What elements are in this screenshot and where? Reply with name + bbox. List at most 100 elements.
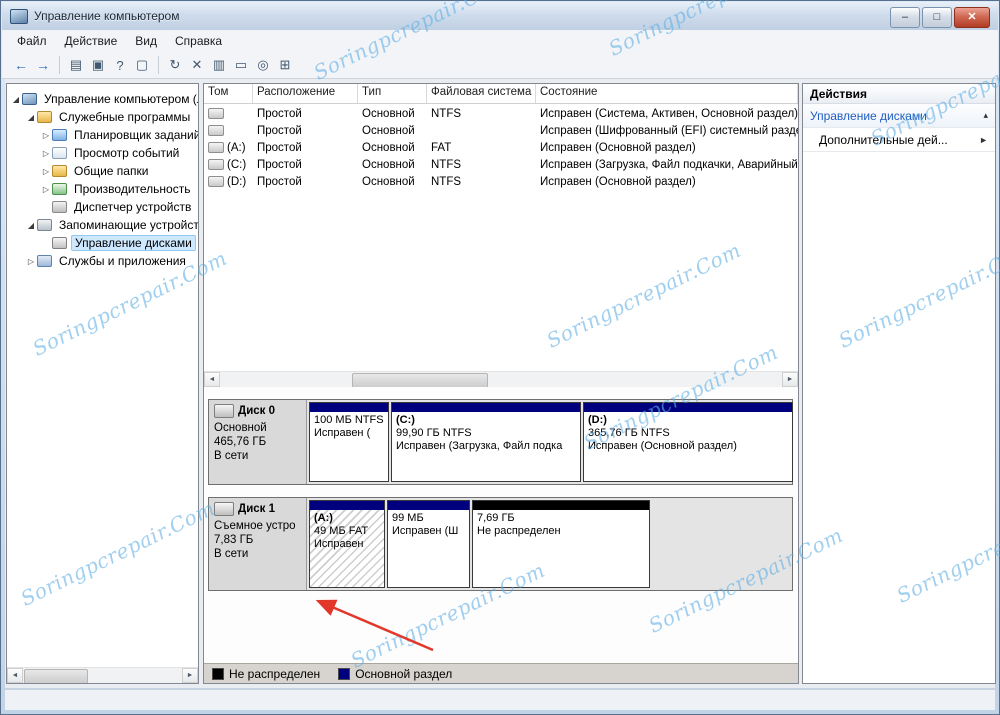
- partition-a[interactable]: (A:) 49 МБ FAT Исправен: [309, 500, 385, 588]
- menu-action[interactable]: Действие: [56, 31, 127, 51]
- column-status[interactable]: Состояние: [536, 84, 798, 103]
- partition-size: 365,76 ГБ NTFS: [588, 427, 788, 440]
- partition-c[interactable]: (C:) 99,90 ГБ NTFS Исправен (Загрузка, Ф…: [391, 402, 581, 482]
- volume-layout: Простой: [253, 159, 358, 171]
- close-button[interactable]: ✕: [954, 7, 990, 28]
- grid-icon[interactable]: ⊞: [274, 55, 296, 75]
- volume-icon: [208, 176, 224, 187]
- partition-title: (C:): [396, 414, 576, 427]
- tree-item-services-apps[interactable]: ▷ Службы и приложения: [7, 252, 198, 270]
- volume-row[interactable]: Простой Основной NTFS Исправен (Система,…: [204, 105, 798, 122]
- expander-collapsed-icon[interactable]: ▷: [40, 185, 52, 194]
- column-filesystem[interactable]: Файловая система: [427, 84, 536, 103]
- legend-swatch-primary: [338, 668, 350, 680]
- disk-type: Съемное устро: [214, 519, 301, 533]
- partition-efi[interactable]: 99 МБ Исправен (Ш: [387, 500, 470, 588]
- tree-item-device-manager[interactable]: Диспетчер устройств: [7, 198, 198, 216]
- tree-item-performance[interactable]: ▷ Производительность: [7, 180, 198, 198]
- tree-item-label: Просмотр событий: [71, 145, 182, 161]
- menu-file[interactable]: Файл: [8, 31, 56, 51]
- volume-type: Основной: [358, 125, 427, 137]
- volume-row[interactable]: (C:) Простой Основной NTFS Исправен (Заг…: [204, 156, 798, 173]
- tree-item-event-viewer[interactable]: ▷ Просмотр событий: [7, 144, 198, 162]
- refresh-icon[interactable]: ↻: [164, 55, 186, 75]
- volumes-table-header: Том Расположение Тип Файловая система Со…: [204, 84, 798, 104]
- volume-row[interactable]: (D:) Простой Основной NTFS Исправен (Осн…: [204, 173, 798, 190]
- expander-expanded-icon[interactable]: ◢: [10, 95, 22, 104]
- partition-status: Исправен (Ш: [392, 525, 465, 538]
- maximize-button[interactable]: □: [922, 7, 952, 28]
- expander-collapsed-icon[interactable]: ▷: [40, 149, 52, 158]
- forward-icon[interactable]: →: [32, 55, 54, 75]
- scroll-left-icon[interactable]: ◄: [7, 668, 23, 683]
- disk-0-row: Диск 0 Основной 465,76 ГБ В сети 100 МБ …: [208, 399, 793, 485]
- volume-row[interactable]: (A:) Простой Основной FAT Исправен (Осно…: [204, 139, 798, 156]
- maximize-icon: □: [934, 12, 941, 23]
- tree-item-shared-folders[interactable]: ▷ Общие папки: [7, 162, 198, 180]
- disk-management-icon: [52, 237, 67, 249]
- chevron-up-icon[interactable]: ▴: [983, 110, 988, 121]
- console-window2-icon[interactable]: ▢: [131, 55, 153, 75]
- partition-status: Исправен (Основной раздел): [588, 440, 788, 453]
- help-icon[interactable]: ?: [109, 55, 131, 75]
- properties-icon[interactable]: ▥: [208, 55, 230, 75]
- tree-item-system-tools[interactable]: ◢ Служебные программы: [7, 108, 198, 126]
- tree-item-task-scheduler[interactable]: ▷ Планировщик заданий: [7, 126, 198, 144]
- volume-status: Исправен (Основной раздел): [536, 176, 798, 188]
- open-icon[interactable]: ▭: [230, 55, 252, 75]
- back-icon[interactable]: ←: [10, 55, 32, 75]
- toolbar-separator: [59, 56, 60, 74]
- delete-icon[interactable]: ✕: [186, 55, 208, 75]
- scroll-right-icon[interactable]: ►: [182, 668, 198, 683]
- volume-type: Основной: [358, 159, 427, 171]
- scrollbar-thumb[interactable]: [352, 373, 488, 388]
- tree-horizontal-scrollbar[interactable]: ◄ ►: [7, 667, 198, 683]
- disk-type: Основной: [214, 421, 301, 435]
- volume-status: Исправен (Основной раздел): [536, 142, 798, 154]
- action-disk-management[interactable]: Управление дисками ▴: [803, 104, 995, 128]
- tree-item-label: Общие папки: [71, 163, 151, 179]
- partition-system-reserved[interactable]: 100 МБ NTFS Исправен (: [309, 402, 389, 482]
- tree-item-storage[interactable]: ◢ Запоминающие устройст: [7, 216, 198, 234]
- tree-item-computer-management[interactable]: ◢ Управление компьютером (л: [7, 90, 198, 108]
- menubar: Файл Действие Вид Справка: [2, 30, 998, 52]
- legend: Не распределен Основной раздел: [204, 663, 798, 683]
- expander-collapsed-icon[interactable]: ▷: [40, 131, 52, 140]
- menu-help[interactable]: Справка: [166, 31, 231, 51]
- storage-icon: [37, 219, 52, 231]
- expander-expanded-icon[interactable]: ◢: [25, 221, 37, 230]
- minimize-button[interactable]: –: [890, 7, 920, 28]
- console-window-icon[interactable]: ▣: [87, 55, 109, 75]
- column-volume[interactable]: Том: [204, 84, 253, 103]
- action-more-actions[interactable]: Дополнительные дей... ►: [803, 128, 995, 152]
- window-icon: [10, 9, 28, 24]
- partition-status: Исправен (Загрузка, Файл подка: [396, 440, 576, 453]
- disk-1-partitions: (A:) 49 МБ FAT Исправен 99 МБ: [307, 498, 792, 590]
- scroll-right-icon[interactable]: ►: [782, 372, 798, 387]
- volume-icon: [208, 142, 224, 153]
- volumes-horizontal-scrollbar[interactable]: ◄ ►: [204, 371, 798, 387]
- volume-row[interactable]: Простой Основной Исправен (Шифрованный (…: [204, 122, 798, 139]
- expander-expanded-icon[interactable]: ◢: [25, 113, 37, 122]
- tree-item-label: Запоминающие устройст: [56, 217, 198, 233]
- partition-color-band: [473, 501, 649, 510]
- show-console-tree-icon[interactable]: ▤: [65, 55, 87, 75]
- menu-view[interactable]: Вид: [126, 31, 166, 51]
- disk-1-info[interactable]: Диск 1 Съемное устро 7,83 ГБ В сети: [209, 498, 307, 590]
- expander-collapsed-icon[interactable]: ▷: [25, 257, 37, 266]
- disk-1-row: Диск 1 Съемное устро 7,83 ГБ В сети (A:)…: [208, 497, 793, 591]
- column-layout[interactable]: Расположение: [253, 84, 358, 103]
- disk-0-partitions: 100 МБ NTFS Исправен ( (C:) 99,90 ГБ NTF…: [307, 400, 792, 484]
- column-type[interactable]: Тип: [358, 84, 427, 103]
- volume-icon: [208, 108, 224, 119]
- partition-d[interactable]: (D:) 365,76 ГБ NTFS Исправен (Основной р…: [583, 402, 793, 482]
- partition-unallocated[interactable]: 7,69 ГБ Не распределен: [472, 500, 650, 588]
- search-icon[interactable]: ◎: [252, 55, 274, 75]
- partition-color-band: [310, 403, 388, 412]
- tree-item-disk-management[interactable]: Управление дисками: [7, 234, 198, 252]
- scrollbar-thumb[interactable]: [24, 669, 88, 684]
- scroll-left-icon[interactable]: ◄: [204, 372, 220, 387]
- disk-name: Диск 1: [238, 503, 275, 515]
- expander-collapsed-icon[interactable]: ▷: [40, 167, 52, 176]
- disk-0-info[interactable]: Диск 0 Основной 465,76 ГБ В сети: [209, 400, 307, 484]
